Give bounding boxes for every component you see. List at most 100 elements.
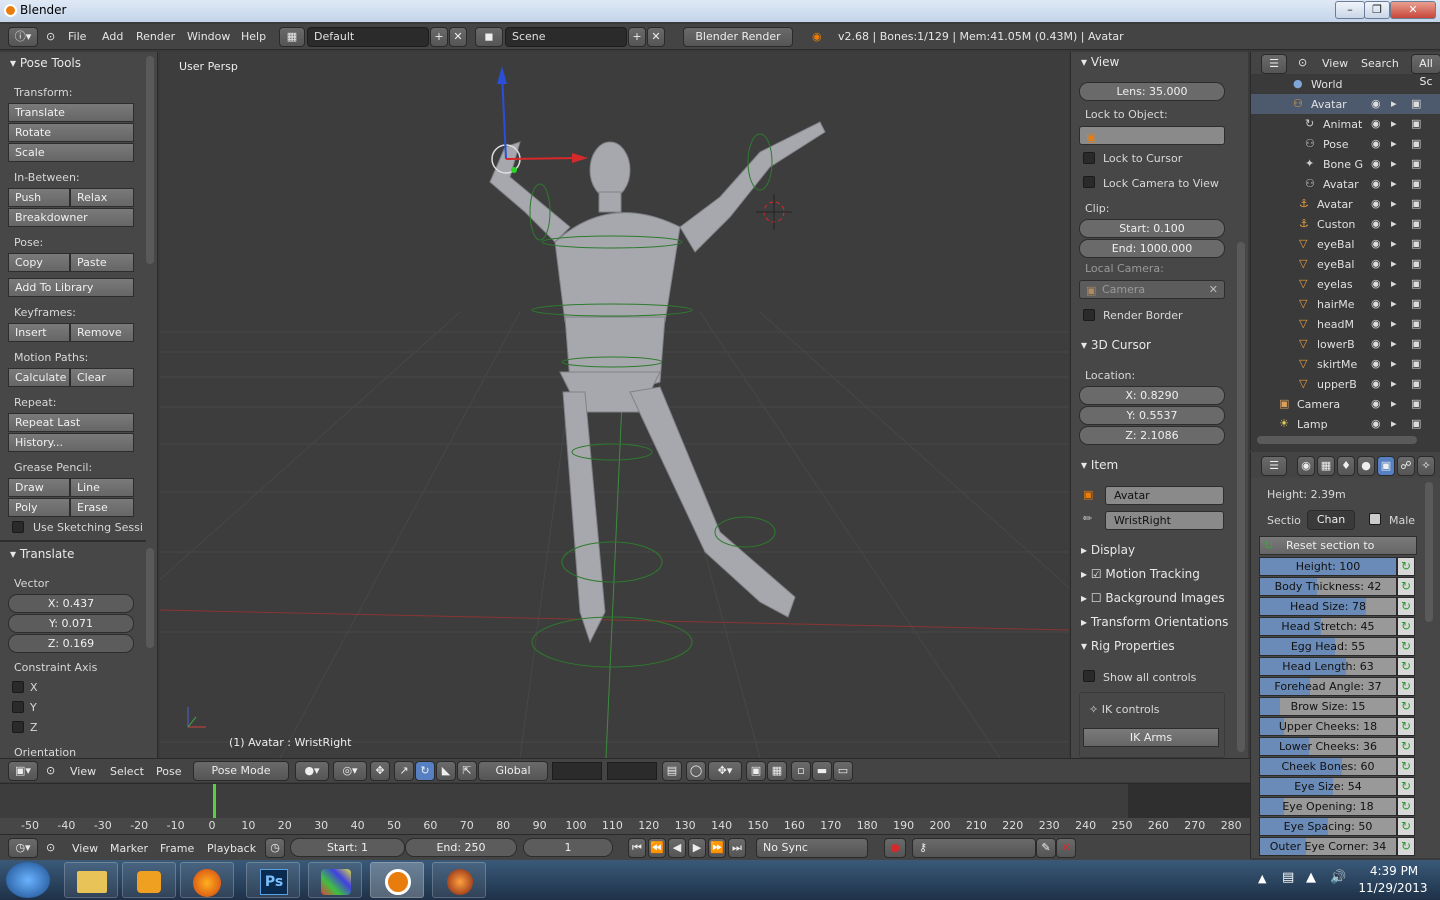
renderable-camera-icon[interactable]: ▣ [1411,237,1421,250]
render-engine-select[interactable]: Blender Render [683,27,793,47]
ik-arms-button[interactable]: IK Arms [1083,728,1219,747]
menu-file[interactable]: File [68,30,86,43]
clip-end-field[interactable]: End: 1000.000 [1079,239,1225,258]
menu-render[interactable]: Render [136,30,175,43]
object-tab-icon[interactable]: ▣ [1377,456,1395,476]
selectable-arrow-icon[interactable]: ▸ [1391,317,1397,330]
renderable-camera-icon[interactable]: ▣ [1411,277,1421,290]
reset-slider-icon[interactable]: ↻ [1397,757,1415,776]
current-frame-field[interactable]: 1 [523,838,613,857]
3d-menu-view[interactable]: View [70,765,96,778]
selectable-arrow-icon[interactable]: ▸ [1391,377,1397,390]
start-button-icon[interactable] [6,862,50,898]
outliner-scrollbar[interactable] [1257,436,1417,444]
outliner-item[interactable]: ▽ skirtMe ◉ ▸ ▣ [1251,354,1440,374]
tray-clock-time[interactable]: 4:39 PM [1364,864,1424,878]
reset-slider-icon[interactable]: ↻ [1397,577,1415,596]
grease-poly-button[interactable]: Poly [8,498,70,517]
renderable-camera-icon[interactable]: ▣ [1411,117,1421,130]
cursor-z-field[interactable]: Z: 2.1086 [1079,426,1225,445]
renderable-camera-icon[interactable]: ▣ [1411,197,1421,210]
visibility-eye-icon[interactable]: ◉ [1371,137,1381,150]
renderable-camera-icon[interactable]: ▣ [1411,417,1421,430]
renderable-camera-icon[interactable]: ▣ [1411,177,1421,190]
rotate-manipulator-icon[interactable]: ↻ [415,761,435,781]
renderable-camera-icon[interactable]: ▣ [1411,257,1421,270]
play-icon[interactable]: ▶ [688,838,706,858]
snap-icon[interactable]: ✥▾ [708,761,742,781]
renderable-camera-icon[interactable]: ▣ [1411,97,1421,110]
close-button[interactable]: ✕ [1390,1,1436,19]
lock-object-field[interactable]: ▣ [1079,126,1225,145]
scene-field[interactable]: Scene [505,27,627,47]
outliner-item[interactable]: ⚓ Custon ◉ ▸ ▣ [1251,214,1440,234]
reset-slider-icon[interactable]: ↻ [1397,777,1415,796]
visibility-eye-icon[interactable]: ◉ [1371,197,1381,210]
reset-slider-icon[interactable]: ↻ [1397,837,1415,856]
clear-paths-button[interactable]: Clear [70,368,134,387]
cursor-y-field[interactable]: Y: 0.5537 [1079,406,1225,425]
selectable-arrow-icon[interactable]: ▸ [1391,257,1397,270]
delete-keyframe-icon[interactable]: ✕ [1056,838,1076,858]
selectable-arrow-icon[interactable]: ▸ [1391,197,1397,210]
reset-slider-icon[interactable]: ↻ [1397,657,1415,676]
render-animation-icon[interactable]: ▦ [767,761,787,781]
show-all-controls-checkbox[interactable] [1083,670,1095,682]
reset-slider-icon[interactable]: ↻ [1397,557,1415,576]
outliner-item[interactable]: ▣ Camera ◉ ▸ ▣ [1251,394,1440,414]
repeat-last-button[interactable]: Repeat Last [8,413,134,432]
outliner-item[interactable]: ▽ eyeBal ◉ ▸ ▣ [1251,234,1440,254]
shape-slider[interactable]: Eye Size: 54 [1259,777,1397,796]
maximize-button[interactable]: ❐ [1364,1,1390,19]
selectable-arrow-icon[interactable]: ▸ [1391,137,1397,150]
renderable-camera-icon[interactable]: ▣ [1411,357,1421,370]
outliner-menu-view[interactable]: View [1322,57,1348,70]
outliner-item[interactable]: ⚇ Avatar ◉ ▸ ▣ [1251,174,1440,194]
shape-slider[interactable]: Head Length: 63 [1259,657,1397,676]
timeline[interactable]: -50 -40 -30 -20 -10 0 10 20 30 40 50 60 70 80 90 100 110… [0,783,1250,834]
firefox-taskbar-icon[interactable] [180,862,234,898]
reset-slider-icon[interactable]: ↻ [1397,737,1415,756]
object-name-field[interactable]: Avatar [1105,486,1224,505]
outliner-item[interactable]: ⚇ Pose ◉ ▸ ▣ [1251,134,1440,154]
shape-slider[interactable]: Cheek Bones: 60 [1259,757,1397,776]
vector-x-field[interactable]: X: 0.437 [8,594,134,613]
renderable-camera-icon[interactable]: ▣ [1411,157,1421,170]
tray-volume-icon[interactable]: 🔊 [1330,870,1346,885]
timeline-menu-playback[interactable]: Playback [207,842,256,855]
motion-tracking-panel-header[interactable]: ▸ ☑ Motion Tracking [1081,567,1200,581]
operator-scrollbar[interactable] [146,548,154,648]
outliner-item[interactable]: ↻ Animat ◉ ▸ ▣ [1251,114,1440,134]
renderable-camera-icon[interactable]: ▣ [1411,317,1421,330]
bone-name-field[interactable]: WristRight [1105,511,1224,530]
3d-viewport[interactable]: User Persp (1) Avatar : WristRight [160,52,1069,758]
outliner-item[interactable]: ▽ eyeBal ◉ ▸ ▣ [1251,254,1440,274]
menu-help[interactable]: Help [241,30,266,43]
transform-orientation-select[interactable]: Global [478,761,548,781]
visibility-eye-icon[interactable]: ◉ [1371,377,1381,390]
jump-end-icon[interactable]: ⏭ [728,838,746,858]
outliner-item[interactable]: ▽ eyelas ◉ ▸ ▣ [1251,274,1440,294]
visibility-eye-icon[interactable]: ◉ [1371,257,1381,270]
3d-view-editor-type-icon[interactable]: ▣▾ [8,761,38,781]
visibility-eye-icon[interactable]: ◉ [1371,297,1381,310]
visibility-eye-icon[interactable]: ◉ [1371,317,1381,330]
reset-slider-icon[interactable]: ↻ [1397,817,1415,836]
renderable-camera-icon[interactable]: ▣ [1411,337,1421,350]
outliner-item[interactable]: ⚇ Avatar ◉ ▸ ▣ [1251,94,1440,114]
reset-slider-icon[interactable]: ↻ [1397,637,1415,656]
media-player-taskbar-icon[interactable] [122,862,176,898]
reset-slider-icon[interactable]: ↻ [1397,797,1415,816]
item-panel-header[interactable]: ▾ Item [1081,458,1118,472]
outliner-collapse-icon[interactable]: ⊙ [1298,56,1307,69]
clip-start-field[interactable]: Start: 0.100 [1079,219,1225,238]
extra-manipulator-icon[interactable]: ⇱ [457,761,477,781]
3d-view-collapse-icon[interactable]: ⊙ [46,764,55,777]
play-reverse-icon[interactable]: ◀ [668,838,686,858]
render-border-checkbox[interactable] [1083,309,1095,321]
lock-camera-checkbox[interactable] [1083,176,1095,188]
n-panel-scrollbar[interactable] [1237,242,1245,752]
lens-field[interactable]: Lens: 35.000 [1079,82,1225,101]
scene-icon[interactable]: ◼ [475,27,503,47]
visibility-eye-icon[interactable]: ◉ [1371,157,1381,170]
